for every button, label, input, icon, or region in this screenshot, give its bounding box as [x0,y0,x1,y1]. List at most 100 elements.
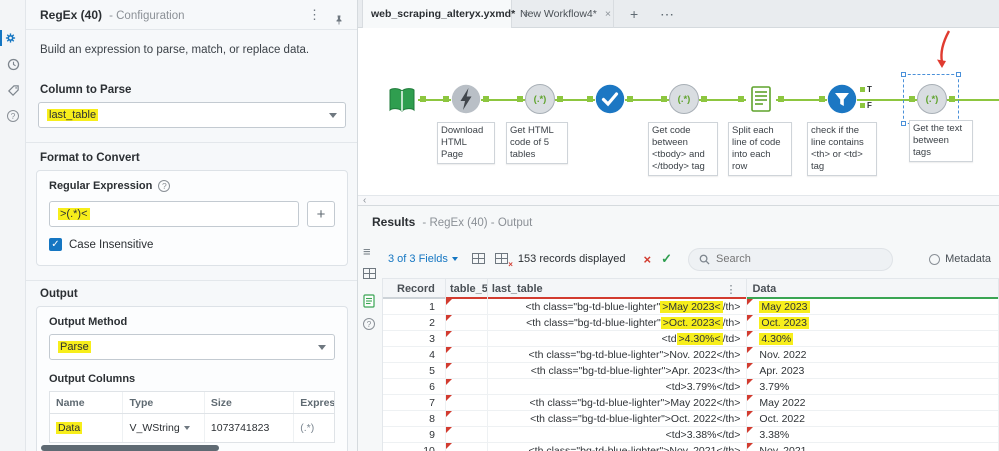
pin-icon[interactable] [333,8,345,38]
table-row[interactable]: 7 <th class="bg-td-blue-lighter">May 202… [383,395,999,411]
history-icon[interactable] [5,56,21,72]
cell-viewer-icon[interactable] [471,252,487,266]
output-column-type-select[interactable]: V_WString [123,414,205,442]
data-cell[interactable]: Oct. 2023 [747,315,999,330]
output-column-size[interactable]: 1073741823 [205,414,295,442]
last-table-cell[interactable]: <th class="bg-td-blue-lighter">Apr. 2023… [488,363,748,378]
table-row[interactable]: 1 <th class="bg-td-blue-lighter" >May 202… [383,299,999,315]
table-row[interactable]: 3 <td >4.30%</td> 4.30% [383,331,999,347]
data-cell[interactable]: Apr. 2023 [747,363,999,378]
table-row[interactable]: 10 <th class="bg-td-blue-lighter">Nov. 2… [383,443,999,451]
data-cell[interactable]: 4.30% [747,331,999,346]
tab-new-workflow4[interactable]: New Workflow4* × [512,0,614,28]
workflow-canvas[interactable]: (.*) (.*) T F (.*) Download HTML Page Ge… [358,28,999,195]
last-table-cell[interactable]: <th class="bg-td-blue-lighter">Nov. 2022… [488,347,748,362]
filter-false-output[interactable]: F [860,101,872,110]
download-tool[interactable] [443,84,489,114]
tool-annotation[interactable]: Get HTML code of 5 tables [506,122,568,164]
close-icon[interactable]: × [605,8,611,20]
table-row[interactable]: 2 <th class="bg-td-blue-lighter" >Oct. 20… [383,315,999,331]
last-table-cell[interactable]: <td >4.30%</td> [488,331,748,346]
tab-web-scraping-alteryx[interactable]: web_scraping_alteryx.yxmd* × [362,0,529,28]
data-cell[interactable]: 3.38% [747,427,999,442]
regex-tool-2[interactable]: (.*) [661,84,707,114]
help-icon[interactable]: ? [363,318,375,331]
table-row[interactable]: 4 <th class="bg-td-blue-lighter">Nov. 20… [383,347,999,363]
output-column-name[interactable]: Data [50,414,124,442]
data-cell[interactable]: 3.79% [747,379,999,394]
help-icon[interactable]: ? [5,108,21,124]
column-to-parse-select[interactable]: last_table [38,102,346,128]
last-table-cell[interactable]: <th class="bg-td-blue-lighter">Nov. 2021… [488,443,748,451]
gear-icon[interactable] [0,30,16,46]
regex-tool-1[interactable]: (.*) [517,84,563,114]
table5-cell[interactable] [445,427,488,442]
tool-annotation[interactable]: Get code between <tbody> and </tbody> ta… [648,122,718,176]
text-to-columns-tool[interactable] [738,84,784,114]
fields-selector[interactable]: 3 of 3 Fields [388,253,458,265]
tool-annotation[interactable]: check if the line contains <th> or <td> … [807,122,877,176]
data-cell[interactable]: Nov. 2022 [747,347,999,362]
table5-cell[interactable] [445,363,488,378]
data-cleansing-tool[interactable] [587,84,633,114]
clear-grid-icon[interactable]: × [494,252,513,269]
table5-cell[interactable] [445,443,488,451]
grid-view-icon[interactable] [363,268,376,279]
data-cell[interactable]: Oct. 2022 [747,411,999,426]
regex-input[interactable]: >(.*)< [49,201,299,227]
last-table-cell[interactable]: <th class="bg-td-blue-lighter" >May 2023<… [488,299,748,314]
output-method-select[interactable]: Parse [49,334,335,360]
last-table-cell[interactable]: <td>3.38%</td> [488,427,748,442]
table5-cell[interactable] [445,395,488,410]
new-tab-button[interactable]: + [630,0,638,28]
menu-icon[interactable]: ≡ [363,244,371,259]
last-table-cell[interactable]: <td>3.79%</td> [488,379,748,394]
regex-tool-3-selected[interactable]: (.*) [909,84,955,114]
data-cell[interactable]: May 2022 [747,395,999,410]
apply-icon[interactable]: ✓ [661,251,672,267]
data-cell[interactable]: Nov. 2021 [747,443,999,451]
more-tabs-icon[interactable]: ⋯ [660,0,674,28]
last-table-cell[interactable]: <th class="bg-td-blue-lighter">May 2022<… [488,395,748,410]
table5-cell[interactable] [445,331,488,346]
last-table-cell[interactable]: <th class="bg-td-blue-lighter" >Oct. 2023… [488,315,748,330]
tool-annotation[interactable]: Get the text between tags [909,120,973,162]
tag-icon[interactable] [5,82,21,98]
column-header-data[interactable]: Data [747,279,999,299]
filter-tool[interactable] [819,84,857,114]
tool-annotation[interactable]: Download HTML Page [437,122,495,164]
table5-cell[interactable] [445,411,488,426]
case-insensitive-checkbox[interactable] [49,238,62,251]
table-row[interactable]: 6 <td>3.79%</td> 3.79% [383,379,999,395]
regular-expression-label: Regular Expression [49,180,153,192]
results-toolbar: 3 of 3 Fields × 153 records displayed × … [388,246,991,272]
column-header-table5[interactable]: table_5 [445,279,488,299]
green-file-icon[interactable] [363,294,375,311]
search-box[interactable] [688,247,894,271]
filter-true-output[interactable]: T [860,85,872,94]
table-row[interactable]: 9 <td>3.38%</td> 3.38% [383,427,999,443]
table5-cell[interactable] [445,299,488,314]
table-row[interactable]: 8 <th class="bg-td-blue-lighter">Oct. 20… [383,411,999,427]
metadata-toggle[interactable]: Metadata [929,253,991,265]
column-menu-icon[interactable]: ⋮ [725,283,740,296]
data-cell[interactable]: May 2023 [747,299,999,314]
column-header-record[interactable]: Record [383,279,446,299]
table5-cell[interactable] [445,347,488,362]
table-row[interactable]: 5 <th class="bg-td-blue-lighter">Apr. 20… [383,363,999,379]
results-table-header: Record table_5 last_table ⋮ Data [383,279,999,299]
last-table-cell[interactable]: <th class="bg-td-blue-lighter">Oct. 2022… [488,411,748,426]
help-icon[interactable]: ? [158,180,171,193]
canvas-scrollbar[interactable]: ‹ [358,195,999,206]
input-data-tool[interactable] [386,84,426,116]
tool-annotation[interactable]: Split each line of code into each row [728,122,792,176]
column-header-last-table[interactable]: last_table ⋮ [487,279,748,299]
warning-flag-icon [747,443,754,449]
table5-cell[interactable] [445,379,488,394]
add-expression-button[interactable]: + [307,201,335,227]
kebab-menu-icon[interactable]: ⋮ [308,0,321,30]
table5-cell[interactable] [445,315,488,330]
horizontal-scrollbar-thumb[interactable] [41,445,219,451]
cancel-icon[interactable]: × [644,252,652,267]
search-input[interactable] [716,253,867,265]
